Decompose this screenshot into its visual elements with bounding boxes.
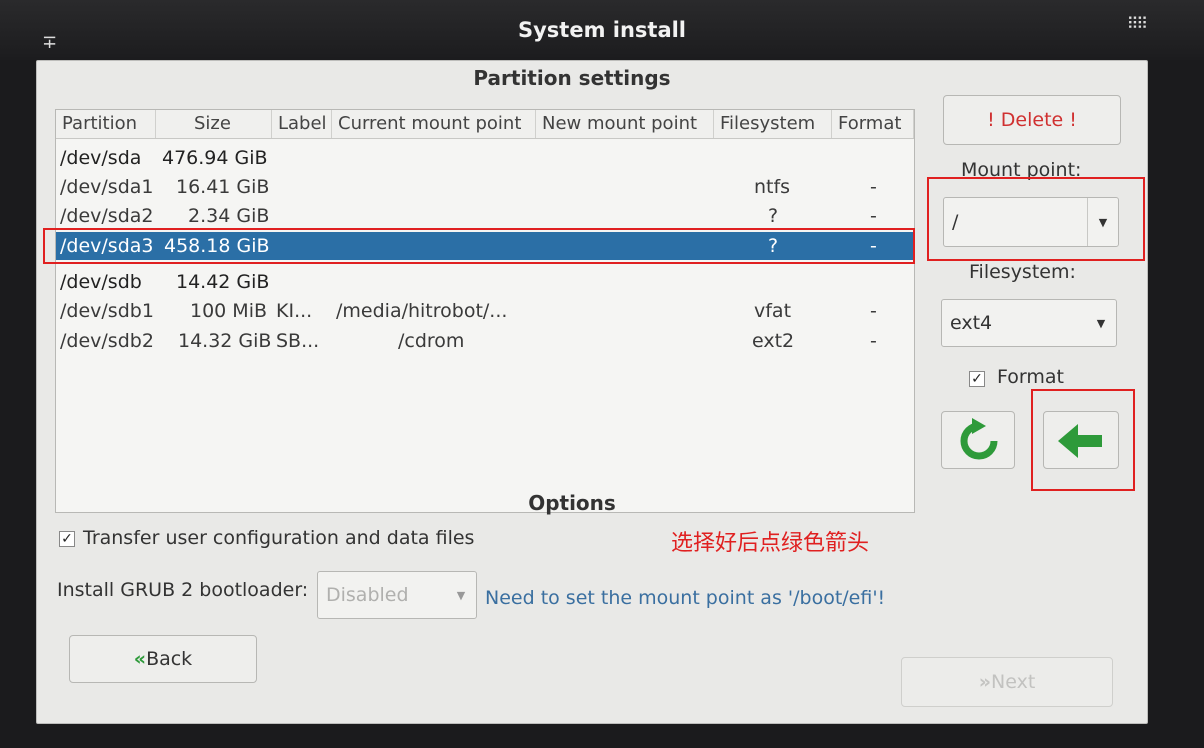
- column-label[interactable]: Label: [272, 110, 332, 138]
- cell-filesystem: ?: [768, 235, 779, 257]
- mount-point-combo[interactable]: / ▼: [943, 197, 1119, 247]
- grub-label: Install GRUB 2 bootloader:: [57, 579, 309, 601]
- filesystem-label: Filesystem:: [969, 261, 1076, 283]
- cell-current-mount: /media/hitrobot/...: [336, 300, 508, 322]
- format-label: Format: [997, 366, 1064, 388]
- apply-button[interactable]: [1043, 411, 1119, 469]
- column-new-mount[interactable]: New mount point: [536, 110, 714, 138]
- format-checkbox[interactable]: ✓: [969, 371, 985, 387]
- partition-settings-title: Partition settings: [473, 66, 671, 90]
- column-format[interactable]: Format: [832, 110, 914, 138]
- cell-current-mount: /cdrom: [398, 330, 465, 352]
- delete-button[interactable]: ! Delete !: [943, 95, 1121, 145]
- chevron-down-icon[interactable]: ▼: [1087, 198, 1118, 246]
- annotation-text: 选择好后点绿色箭头: [671, 531, 870, 556]
- cell-size: 14.42 GiB: [176, 271, 270, 293]
- options-title: Options: [528, 491, 616, 515]
- table-row-selected[interactable]: /dev/sda3 458.18 GiB ? -: [56, 232, 914, 260]
- cell-size: 458.18 GiB: [164, 235, 270, 257]
- cell-partition: /dev/sdb: [60, 271, 142, 293]
- next-button[interactable]: »Next: [901, 657, 1113, 707]
- column-partition[interactable]: Partition: [56, 110, 156, 138]
- cell-size: 476.94 GiB: [162, 147, 268, 169]
- transfer-label: Transfer user configuration and data fil…: [83, 527, 475, 549]
- mount-point-value: /: [952, 211, 959, 233]
- cell-partition: /dev/sdb1: [60, 300, 154, 322]
- double-chevron-right-icon: »: [978, 671, 991, 693]
- efi-hint: Need to set the mount point as '/boot/ef…: [485, 587, 886, 609]
- cell-label: KI...: [276, 300, 313, 322]
- double-chevron-left-icon: «: [133, 648, 147, 670]
- grub-combo[interactable]: Disabled ▼: [317, 571, 477, 619]
- partition-table: Partition Size Label Current mount point…: [55, 109, 915, 513]
- column-filesystem[interactable]: Filesystem: [714, 110, 832, 138]
- cell-label: SB...: [276, 330, 320, 352]
- cell-filesystem: ext2: [752, 330, 795, 352]
- table-row[interactable]: /dev/sdb2 14.32 GiB SB... /cdrom ext2 -: [56, 327, 914, 355]
- back-label: Back: [146, 648, 193, 670]
- table-header: Partition Size Label Current mount point…: [56, 110, 914, 139]
- cell-format: -: [870, 176, 877, 198]
- column-size[interactable]: Size: [156, 110, 272, 138]
- cell-size: 2.34 GiB: [188, 205, 270, 227]
- filesystem-combo[interactable]: ext4 ▼: [941, 299, 1117, 347]
- next-label: Next: [991, 671, 1036, 693]
- installer-window: Partition settings Partition Size Label …: [36, 60, 1148, 724]
- cell-filesystem: ntfs: [754, 176, 791, 198]
- back-button[interactable]: «Back: [69, 635, 257, 683]
- table-row[interactable]: /dev/sda 476.94 GiB: [56, 144, 914, 172]
- app-grid-icon[interactable]: ⠿⠿: [1127, 14, 1148, 33]
- chevron-down-icon[interactable]: ▼: [446, 572, 476, 618]
- cell-format: -: [870, 235, 877, 257]
- table-row[interactable]: /dev/sdb 14.42 GiB: [56, 268, 914, 296]
- cell-partition: /dev/sda: [60, 147, 142, 169]
- cell-filesystem: vfat: [754, 300, 792, 322]
- chevron-down-icon[interactable]: ▼: [1086, 300, 1116, 346]
- table-row[interactable]: /dev/sda2 2.34 GiB ? -: [56, 202, 914, 230]
- cell-size: 16.41 GiB: [176, 176, 270, 198]
- cell-partition: /dev/sda2: [60, 205, 154, 227]
- table-row[interactable]: /dev/sdb1 100 MiB KI... /media/hitrobot/…: [56, 297, 914, 325]
- cell-partition: /dev/sda1: [60, 176, 154, 198]
- mount-point-label: Mount point:: [961, 159, 1082, 181]
- cell-partition: /dev/sdb2: [60, 330, 154, 352]
- arrow-left-icon: [1058, 424, 1102, 458]
- window-title: System install: [517, 18, 687, 42]
- cell-format: -: [870, 330, 877, 352]
- cell-format: -: [870, 300, 877, 322]
- cell-partition: /dev/sda3: [60, 235, 154, 257]
- title-bar: ∓ System install ⠿⠿: [0, 0, 1204, 60]
- cell-size: 100 MiB: [190, 300, 268, 322]
- column-current-mount[interactable]: Current mount point: [332, 110, 536, 138]
- cell-format: -: [870, 205, 877, 227]
- table-row[interactable]: /dev/sda1 16.41 GiB ntfs -: [56, 173, 914, 201]
- grub-value: Disabled: [326, 584, 409, 606]
- filesystem-value: ext4: [950, 312, 993, 334]
- cell-size: 14.32 GiB: [178, 330, 272, 352]
- transfer-checkbox[interactable]: ✓: [59, 531, 75, 547]
- refresh-icon: [960, 418, 998, 460]
- cell-filesystem: ?: [768, 205, 779, 227]
- reset-button[interactable]: [941, 411, 1015, 469]
